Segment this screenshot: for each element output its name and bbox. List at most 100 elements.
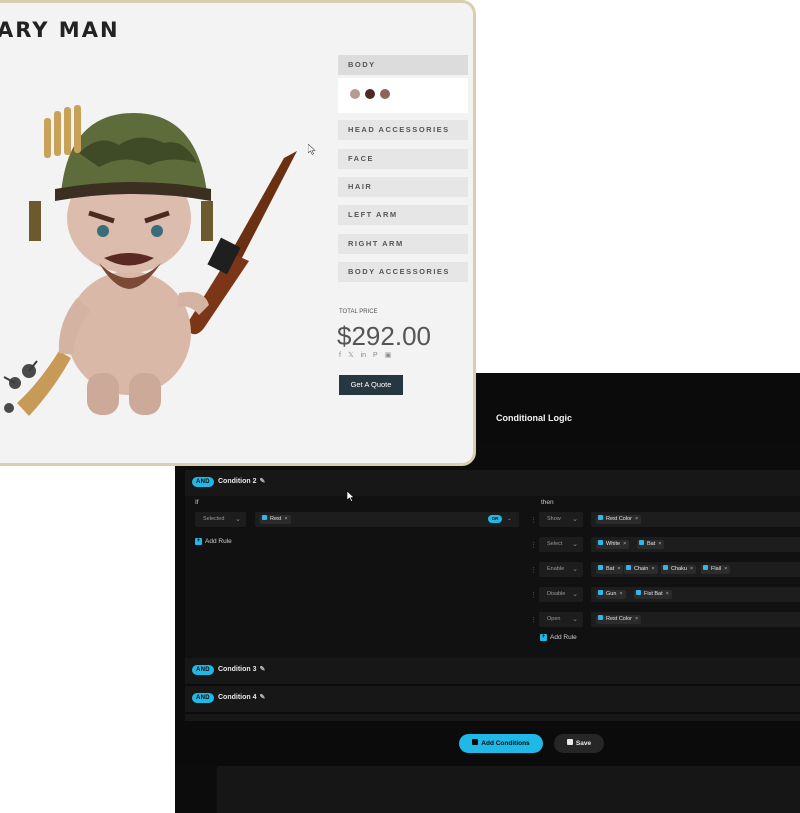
close-icon[interactable]: × [635,516,638,522]
condition-header[interactable]: AND Condition 2 ✎ [185,470,800,496]
then-label: then [541,499,554,506]
total-price: $292.00 [337,321,431,351]
tag: Rest Color × [596,615,642,624]
tag: Bat × [637,540,665,549]
color-swatch[interactable] [380,89,390,99]
close-icon[interactable]: × [690,566,693,572]
close-icon[interactable]: × [635,616,638,622]
tag: Flail × [701,565,731,574]
get-a-quote-button[interactable]: Get A Quote [339,375,403,395]
background-page-strip [217,766,800,813]
condition-title: Condition 3 ✎ [218,666,266,673]
and-badge[interactable]: AND [192,693,214,703]
chevron-down-icon: ⌄ [235,516,241,523]
image-icon [636,590,641,596]
rule-type-select[interactable]: Selected ⌄ [195,512,246,527]
add-rule-then-button[interactable]: + Add Rule [540,634,577,641]
image-icon [639,540,644,546]
close-icon[interactable]: × [617,566,620,572]
action-select[interactable]: Disable ⌄ [539,587,583,602]
pinterest-icon[interactable]: P [373,352,378,359]
condition-block[interactable]: AND Condition 3 ✎ [185,658,800,684]
mouse-cursor-icon [308,144,316,155]
action-target-field[interactable]: Rest Color × [591,512,800,527]
action-select[interactable]: Select ⌄ [539,537,583,552]
panel-title: Conditional Logic [496,413,572,423]
save-button[interactable]: Save [554,734,604,753]
image-icon [663,565,668,571]
save-icon [566,739,573,746]
action-select[interactable]: Enable ⌄ [539,562,583,577]
image-icon [598,590,603,596]
action-target-field[interactable]: Gun × Fist Bat × [591,587,800,602]
close-icon[interactable]: × [651,566,654,572]
close-icon[interactable]: × [658,541,661,547]
option-right-arm[interactable]: RIGHT ARM [338,234,468,254]
chevron-down-icon: ⌄ [572,566,578,573]
tag: Chaku × [661,565,697,574]
product-configurator-card: ARY MAN BODY HEAD ACCESSORIES FACE HAIR … [0,0,476,466]
color-swatch[interactable] [365,89,375,99]
close-icon[interactable]: × [623,541,626,547]
option-body[interactable]: BODY [338,55,468,75]
plus-icon: + [540,634,547,641]
option-face[interactable]: FACE [338,149,468,169]
condition-title: Condition 2 ✎ [218,478,266,485]
condition-header[interactable]: AND Condition 4 ✎ [185,686,800,712]
tag: Fist Bat × [634,590,672,599]
close-icon[interactable]: × [284,516,287,522]
folder-icon [598,615,603,621]
total-price-label: TOTAL PRICE [339,309,378,315]
linkedin-icon[interactable]: in [361,352,366,359]
tag: Gun × [596,590,626,599]
pencil-icon[interactable]: ✎ [260,666,266,673]
option-left-arm[interactable]: LEFT ARM [338,205,468,225]
plus-icon: + [195,538,202,545]
option-hair[interactable]: HAIR [338,177,468,197]
condition-header[interactable]: AND Condition 3 ✎ [185,658,800,684]
rule-value-field[interactable]: Rest × OR ⌄ [255,512,519,527]
color-swatch[interactable] [350,89,360,99]
add-rule-if-button[interactable]: + Add Rule [195,538,232,545]
pencil-icon[interactable]: ✎ [260,694,266,701]
and-badge[interactable]: AND [192,477,214,487]
tag: Bat × [596,565,624,574]
option-body-accessories[interactable]: BODY ACCESSORIES [338,262,468,282]
action-target-field[interactable]: White × Bat × [591,537,800,552]
chevron-down-icon: ⌄ [572,616,578,623]
chevron-down-icon[interactable]: ⌄ [507,512,517,527]
chevron-down-icon: ⌄ [572,516,578,523]
modal-footer: Add Conditions Save [175,721,800,766]
color-swatches [338,78,468,113]
condition-block: AND Condition 2 ✎ If then Selected ⌄ Rest… [185,470,800,659]
option-head-accessories[interactable]: HEAD ACCESSORIES [338,120,468,140]
pdf-icon[interactable]: ▣ [385,352,392,359]
action-select[interactable]: Open ⌄ [539,612,583,627]
condition-block[interactable]: AND Condition 4 ✎ [185,686,800,712]
x-icon[interactable]: 𝕏 [348,352,354,359]
chevron-down-icon: ⌄ [572,591,578,598]
and-badge[interactable]: AND [192,665,214,675]
close-icon[interactable]: × [666,591,669,597]
image-icon [598,565,603,571]
close-icon[interactable]: × [619,591,622,597]
or-toggle[interactable]: OR [488,515,502,523]
social-share: f 𝕏in P ▣ [339,351,398,359]
action-target-field[interactable]: Bat × Chain × Chaku × Flail × [591,562,800,577]
add-conditions-button[interactable]: Add Conditions [459,734,543,753]
if-label: If [195,499,199,506]
image-icon [598,540,603,546]
action-target-field[interactable]: Rest Color × [591,612,800,627]
folder-icon [598,515,603,521]
close-icon[interactable]: × [724,566,727,572]
condition-body: If then Selected ⌄ Rest × OR ⌄ + Add Rule … [185,496,800,659]
folder-icon [262,515,267,521]
image-icon [626,565,631,571]
facebook-icon[interactable]: f [339,352,341,359]
pencil-icon[interactable]: ✎ [260,478,266,485]
chevron-down-icon: ⌄ [572,541,578,548]
tag: Chain × [624,565,658,574]
tag: White × [596,540,630,549]
image-icon [703,565,708,571]
action-select[interactable]: Show ⌄ [539,512,583,527]
